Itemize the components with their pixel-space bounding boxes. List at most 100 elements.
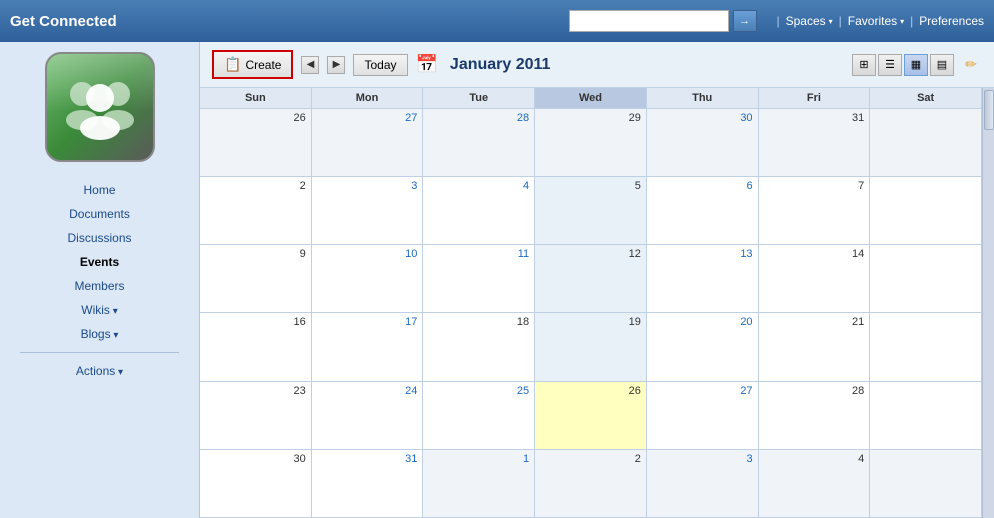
table-row: 3 (312, 177, 424, 244)
table-row: 5 (535, 177, 647, 244)
day-number: 2 (540, 453, 641, 465)
day-number[interactable]: 30 (652, 112, 753, 124)
calendar-icon[interactable]: 📅 (416, 54, 438, 75)
day-number[interactable]: 11 (428, 248, 529, 260)
favorites-link[interactable]: Favorites ▾ (848, 14, 904, 28)
edit-button[interactable]: ✏ (960, 54, 982, 76)
nav-separator-1: | (777, 14, 780, 28)
spaces-link[interactable]: Spaces ▾ (786, 14, 833, 28)
next-month-button[interactable]: ▶ (327, 56, 345, 74)
sidebar-item-events[interactable]: Events (0, 250, 199, 274)
today-button[interactable]: Today (353, 54, 407, 76)
table-row: 13 (647, 245, 759, 312)
table-row (870, 313, 982, 380)
day-number[interactable]: 3 (652, 453, 753, 465)
day-number[interactable]: 4 (428, 180, 529, 192)
calendar-week-3: 9 10 11 12 13 14 (200, 245, 982, 313)
sidebar-item-actions[interactable]: Actions (0, 359, 199, 383)
view-btn-2[interactable]: ☰ (878, 54, 902, 76)
table-row: 19 (535, 313, 647, 380)
day-number: 19 (540, 316, 641, 328)
sidebar-item-wikis[interactable]: Wikis (0, 298, 199, 322)
day-number: 30 (205, 453, 306, 465)
table-row: 27 (312, 109, 424, 176)
calendar-toolbar: 📋 Create ◀ ▶ Today 📅 January 2011 ⊞ ☰ ▦ … (200, 42, 994, 88)
calendar-week-2: 2 3 4 5 6 7 (200, 177, 982, 245)
table-row: 26 (535, 382, 647, 449)
group-icon (60, 67, 140, 147)
create-label: Create (245, 58, 281, 72)
day-header-thu: Thu (647, 88, 759, 108)
sidebar-item-blogs[interactable]: Blogs (0, 322, 199, 346)
table-row: 9 (200, 245, 312, 312)
calendar-body: 26 27 28 29 30 31 2 3 4 5 6 (200, 109, 982, 518)
sidebar: Home Documents Discussions Events Member… (0, 42, 200, 518)
view-btn-1[interactable]: ⊞ (852, 54, 876, 76)
day-number[interactable]: 24 (317, 385, 418, 397)
day-header-sat: Sat (870, 88, 982, 108)
day-header-sun: Sun (200, 88, 312, 108)
day-number[interactable]: 25 (428, 385, 529, 397)
prev-month-button[interactable]: ◀ (301, 56, 319, 74)
table-row: 31 (312, 450, 424, 517)
day-number[interactable]: 31 (317, 453, 418, 465)
table-row: 6 (647, 177, 759, 244)
scrollbar[interactable] (982, 88, 994, 518)
table-row: 18 (423, 313, 535, 380)
table-row: 12 (535, 245, 647, 312)
table-row: 25 (423, 382, 535, 449)
table-row (870, 245, 982, 312)
sidebar-item-members[interactable]: Members (0, 274, 199, 298)
sidebar-item-discussions[interactable]: Discussions (0, 226, 199, 250)
view-btn-4[interactable]: ▤ (930, 54, 954, 76)
table-row: 30 (647, 109, 759, 176)
content-wrapper: Sun Mon Tue Wed Thu Fri Sat 26 27 28 29 (200, 88, 994, 518)
day-number[interactable]: 27 (652, 385, 753, 397)
table-row (870, 177, 982, 244)
day-number: 12 (540, 248, 641, 260)
scroll-thumb[interactable] (984, 90, 994, 130)
day-number: 23 (205, 385, 306, 397)
day-number: 29 (540, 112, 641, 124)
search-button[interactable]: → (733, 10, 757, 32)
calendar-grid: Sun Mon Tue Wed Thu Fri Sat 26 27 28 29 (200, 88, 982, 518)
day-number[interactable]: 13 (652, 248, 753, 260)
view-btn-3[interactable]: ▦ (904, 54, 928, 76)
create-button[interactable]: 📋 Create (212, 50, 293, 79)
day-number[interactable]: 28 (428, 112, 529, 124)
day-number: 31 (764, 112, 865, 124)
table-row: 27 (647, 382, 759, 449)
sidebar-item-documents[interactable]: Documents (0, 202, 199, 226)
day-number[interactable]: 1 (428, 453, 529, 465)
table-row (870, 382, 982, 449)
table-row: 4 (423, 177, 535, 244)
sidebar-item-home[interactable]: Home (0, 178, 199, 202)
table-row: 21 (759, 313, 871, 380)
table-row: 14 (759, 245, 871, 312)
day-number[interactable]: 20 (652, 316, 753, 328)
table-row: 4 (759, 450, 871, 517)
day-number[interactable]: 17 (317, 316, 418, 328)
day-number: 21 (764, 316, 865, 328)
month-title: January 2011 (450, 56, 551, 74)
day-number[interactable]: 10 (317, 248, 418, 260)
day-number: 26 (540, 385, 641, 397)
table-row: 1 (423, 450, 535, 517)
main-layout: Home Documents Discussions Events Member… (0, 42, 994, 518)
topbar: Get Connected → | Spaces ▾ | Favorites ▾… (0, 0, 994, 42)
preferences-link[interactable]: Preferences (919, 14, 984, 28)
table-row: 23 (200, 382, 312, 449)
day-number: 5 (540, 180, 641, 192)
table-row: 28 (759, 382, 871, 449)
table-row (870, 109, 982, 176)
nav-separator-2: | (839, 14, 842, 28)
table-row: 31 (759, 109, 871, 176)
day-number[interactable]: 3 (317, 180, 418, 192)
day-number[interactable]: 6 (652, 180, 753, 192)
sidebar-divider (20, 352, 179, 353)
view-buttons: ⊞ ☰ ▦ ▤ ✏ (852, 54, 982, 76)
day-header-tue: Tue (423, 88, 535, 108)
day-number[interactable]: 27 (317, 112, 418, 124)
search-input[interactable] (569, 10, 729, 32)
sidebar-nav: Home Documents Discussions Events Member… (0, 178, 199, 383)
